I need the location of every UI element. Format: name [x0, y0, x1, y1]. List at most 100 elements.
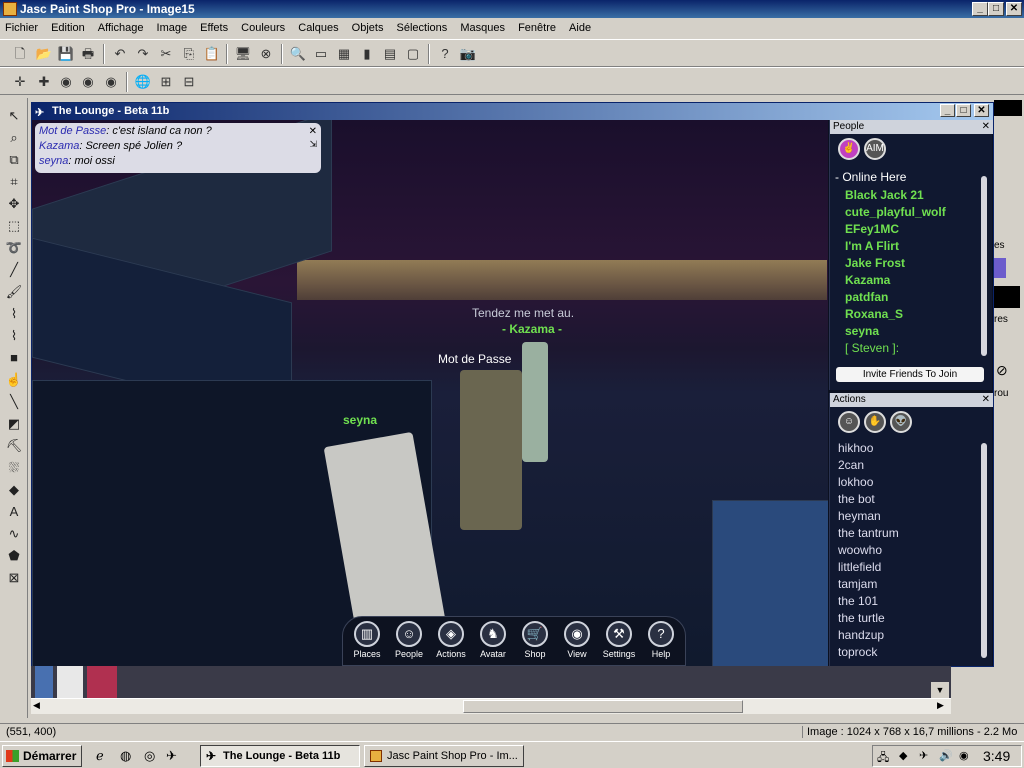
- new-file-icon[interactable]: 🗋: [10, 44, 30, 64]
- avatar-mot-de-passe[interactable]: [460, 370, 522, 530]
- color-swap-icon[interactable]: ■: [4, 348, 24, 368]
- redo-icon[interactable]: ↷: [133, 44, 153, 64]
- action-list-item[interactable]: the tantrum: [838, 526, 899, 540]
- scroll-right-icon[interactable]: ▶: [937, 700, 944, 711]
- airbrush-tool-icon[interactable]: ⛆: [4, 458, 24, 478]
- lasso-tool-icon[interactable]: ➰: [4, 238, 24, 258]
- people-list-item[interactable]: seyna: [845, 324, 879, 338]
- layers-icon[interactable]: ▤: [380, 44, 400, 64]
- object-selector-icon[interactable]: ⊠: [4, 568, 24, 588]
- slice-icon[interactable]: ✚: [34, 72, 54, 92]
- paste-icon[interactable]: 📋: [202, 44, 222, 64]
- people-list-item[interactable]: Roxana_S: [845, 307, 903, 321]
- color-replacer-icon[interactable]: ⌇: [4, 326, 24, 346]
- dock-people-button[interactable]: ☺ People: [389, 621, 429, 659]
- text-tool-icon[interactable]: A: [4, 502, 24, 522]
- tray-app-icon[interactable]: ✈: [919, 749, 928, 762]
- undo-icon[interactable]: ↶: [110, 44, 130, 64]
- horizontal-scrollbar[interactable]: ◀ ▶: [31, 698, 951, 714]
- maximize-button[interactable]: □: [988, 2, 1004, 16]
- jpeg-export-icon[interactable]: ◉: [56, 72, 76, 92]
- people-scrollbar[interactable]: [981, 176, 987, 356]
- color-swatch[interactable]: [994, 258, 1006, 278]
- scroll-left-icon[interactable]: ◀: [33, 700, 40, 711]
- action-list-item[interactable]: handzup: [838, 628, 884, 642]
- retouch-tool-icon[interactable]: ☝: [4, 370, 24, 390]
- draw-tool-icon[interactable]: ∿: [4, 524, 24, 544]
- taskbar-item-lounge[interactable]: ✈ The Lounge - Beta 11b: [200, 745, 360, 767]
- dock-actions-button[interactable]: ◈ Actions: [431, 621, 471, 659]
- people-close-icon[interactable]: ✕: [982, 120, 990, 134]
- close-button[interactable]: ✕: [1006, 2, 1022, 16]
- firefox-icon[interactable]: ◍: [120, 748, 131, 764]
- open-folder-icon[interactable]: 📂: [34, 44, 54, 64]
- deform-tool-icon[interactable]: ⧉: [4, 150, 24, 170]
- paintbrush-tool-icon[interactable]: 🖌: [4, 282, 24, 302]
- arrow-tool-icon[interactable]: ↖: [4, 106, 24, 126]
- people-list-item[interactable]: [ Steven ]:: [845, 341, 899, 355]
- quicklaunch-icon[interactable]: ✈: [166, 748, 177, 764]
- menu-affichage[interactable]: Affichage: [93, 18, 149, 38]
- capture-icon[interactable]: ⊗: [256, 44, 276, 64]
- internet-explorer-icon[interactable]: ℯ: [96, 748, 104, 764]
- avatar-label-seyna[interactable]: seyna: [343, 413, 377, 427]
- menu-effets[interactable]: Effets: [195, 18, 233, 38]
- menu-masques[interactable]: Masques: [455, 18, 510, 38]
- chat-expand-icon[interactable]: ⇲: [309, 137, 317, 152]
- crop-tool-icon[interactable]: ⌗: [4, 172, 24, 192]
- volume-icon[interactable]: 🔊: [939, 749, 953, 762]
- invite-friends-button[interactable]: Invite Friends To Join: [836, 367, 984, 382]
- dock-view-button[interactable]: ◉ View: [557, 621, 597, 659]
- action-list-item[interactable]: lokhoo: [838, 475, 873, 489]
- toolbar-toggle-icon[interactable]: ▭: [311, 44, 331, 64]
- foreground-swatch[interactable]: [994, 100, 1022, 116]
- rollover-icon[interactable]: ⊟: [179, 72, 199, 92]
- null-color-icon[interactable]: ⊘: [996, 362, 1008, 379]
- menu-objets[interactable]: Objets: [347, 18, 389, 38]
- menu-selections[interactable]: Sélections: [392, 18, 453, 38]
- people-list-item[interactable]: Jake Frost: [845, 256, 905, 270]
- camera-icon[interactable]: 📷: [458, 44, 478, 64]
- clone-tool-icon[interactable]: ⌇: [4, 304, 24, 324]
- lounge-maximize-button[interactable]: □: [956, 104, 971, 117]
- tray-app-icon[interactable]: ◆: [899, 749, 907, 762]
- 3d-scene-view[interactable]: Mot de Passe: c'est island ca non ? Kaza…: [32, 120, 828, 666]
- crosshair-icon[interactable]: ✛: [10, 72, 30, 92]
- dock-shop-button[interactable]: 🛒 Shop: [515, 621, 555, 659]
- png-export-icon[interactable]: ◉: [101, 72, 121, 92]
- zoom-icon[interactable]: 🔍: [288, 44, 308, 64]
- color-palette-icon[interactable]: ▦: [334, 44, 354, 64]
- zoom-tool-icon[interactable]: ⌕: [4, 128, 24, 148]
- menu-fenetre[interactable]: Fenêtre: [513, 18, 561, 38]
- image-map-icon[interactable]: ⊞: [156, 72, 176, 92]
- menu-aide[interactable]: Aide: [564, 18, 596, 38]
- action-list-item[interactable]: the 101: [838, 594, 878, 608]
- action-list-item[interactable]: the bot: [838, 492, 875, 506]
- avatar-label-kazama[interactable]: - Kazama -: [502, 322, 562, 336]
- action-list-item[interactable]: toprock: [838, 645, 877, 659]
- action-list-item[interactable]: littlefield: [838, 560, 881, 574]
- taskbar-item-paint-shop-pro[interactable]: Jasc Paint Shop Pro - Im...: [364, 745, 524, 767]
- flood-fill-icon[interactable]: ◆: [4, 480, 24, 500]
- network-icon[interactable]: 🖧: [877, 749, 889, 768]
- actions-scrollbar[interactable]: [981, 443, 987, 658]
- actions-close-icon[interactable]: ✕: [982, 393, 990, 407]
- save-icon[interactable]: 💾: [56, 44, 76, 64]
- web-preview-icon[interactable]: 🌐: [133, 72, 153, 92]
- scratch-remover-icon[interactable]: ╲: [4, 392, 24, 412]
- menu-image[interactable]: Image: [152, 18, 193, 38]
- selection-tool-icon[interactable]: ⬚: [4, 216, 24, 236]
- action-list-item[interactable]: tamjam: [838, 577, 877, 591]
- overview-icon[interactable]: ▢: [403, 44, 423, 64]
- people-list-item[interactable]: patdfan: [845, 290, 888, 304]
- browser-icon[interactable]: ◎: [144, 748, 155, 764]
- print-icon[interactable]: 🖶: [78, 44, 98, 64]
- action-list-item[interactable]: hikhoo: [838, 441, 873, 455]
- scroll-down-icon[interactable]: ▼: [931, 682, 949, 698]
- cut-icon[interactable]: ✂: [156, 44, 176, 64]
- avatar-label-mot-de-passe[interactable]: Mot de Passe: [438, 352, 511, 366]
- copy-icon[interactable]: ⎘: [179, 44, 199, 64]
- lounge-minimize-button[interactable]: _: [940, 104, 955, 117]
- preset-shape-icon[interactable]: ⬟: [4, 546, 24, 566]
- people-lounge-icon[interactable]: ✌: [838, 138, 860, 160]
